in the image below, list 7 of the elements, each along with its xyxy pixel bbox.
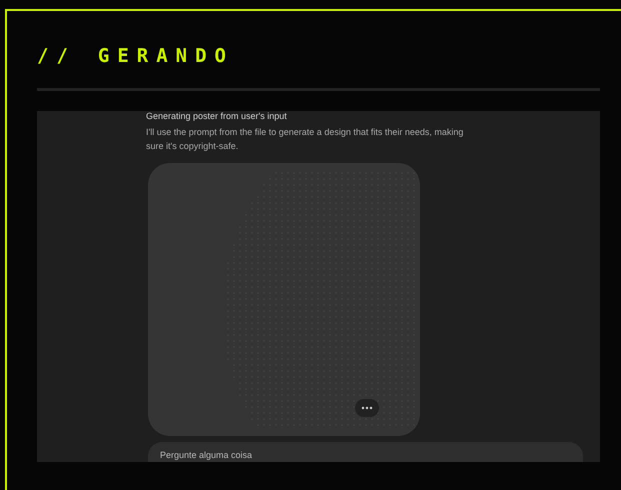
- message-text: I'll use the prompt from the file to generate a design that fits their needs, making sure it's copyright-safe.: [146, 126, 464, 153]
- status-text: Generating poster from user's input: [146, 111, 288, 122]
- page-title: GERANDO: [98, 45, 234, 67]
- more-button[interactable]: [355, 399, 379, 417]
- input-field[interactable]: Pergunte alguma coisa: [148, 442, 583, 462]
- more-icon: [361, 406, 373, 410]
- slash-prefix: //: [37, 45, 76, 67]
